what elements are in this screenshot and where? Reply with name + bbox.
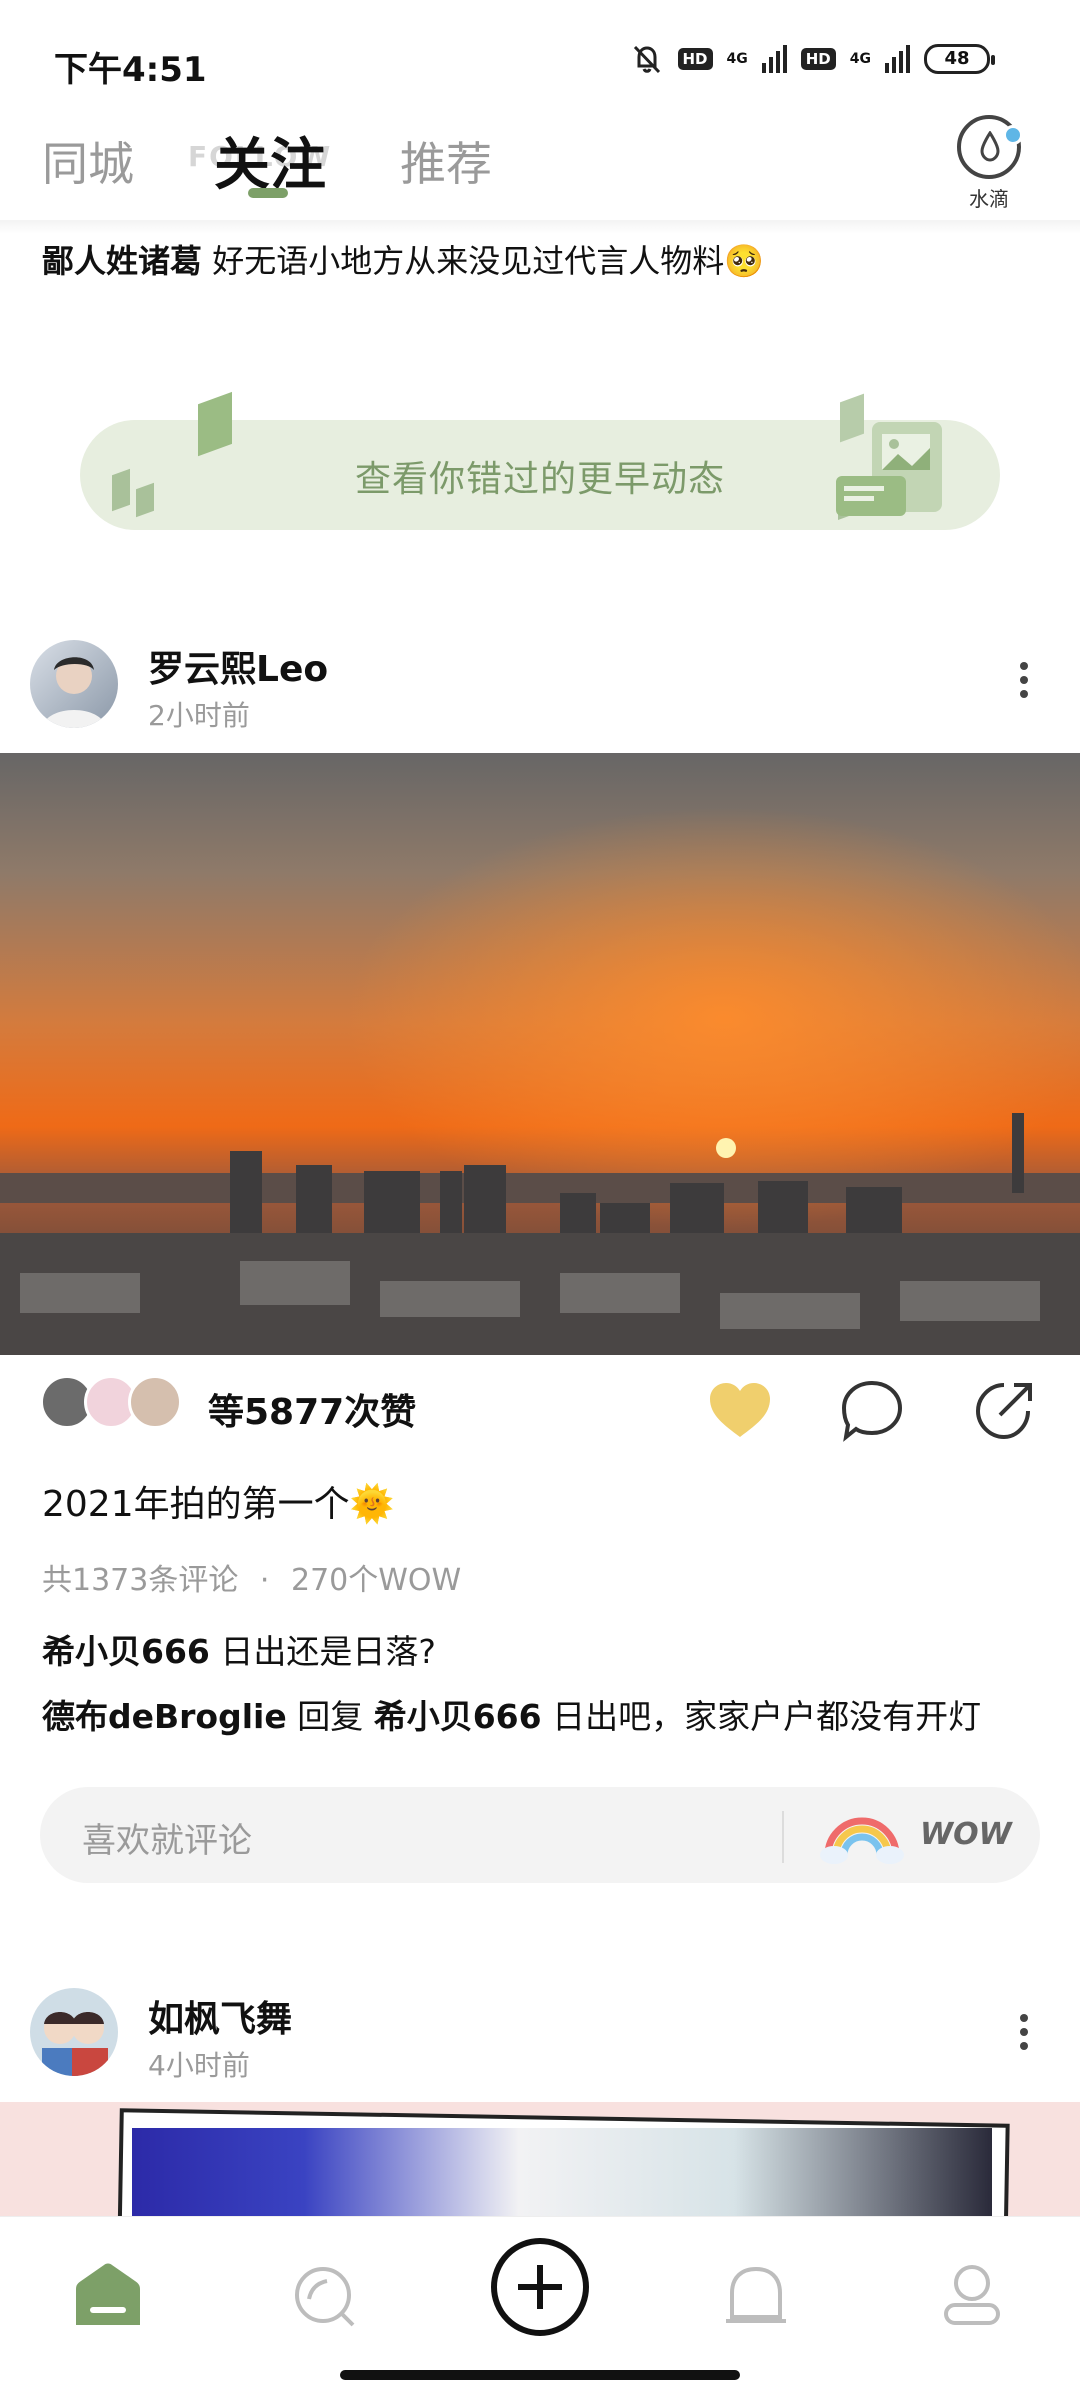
likes-count[interactable]: 等5877次赞 <box>208 1383 416 1435</box>
input-divider <box>782 1811 784 1863</box>
wow-button[interactable]: WOW <box>920 1817 1012 1852</box>
more-options-icon[interactable] <box>1014 2010 1034 2060</box>
water-drop-icon <box>957 115 1023 179</box>
tab-recommended[interactable]: 推荐 <box>400 128 492 194</box>
status-time: 下午4:51 <box>54 50 207 90</box>
reply-to-username[interactable]: 希小贝666 <box>374 1697 542 1736</box>
post-meta[interactable]: 共1373条评论 · 270个WOW <box>42 1555 461 1599</box>
status-icons: HD 4G HD 4G 48 <box>630 42 995 76</box>
network-type: 4G <box>849 51 871 67</box>
comment-input[interactable]: 喜欢就评论 WOW <box>40 1787 1040 1883</box>
earlier-updates-banner[interactable]: 查看你错过的更早动态 <box>80 391 1000 530</box>
pleading-emoji: 🥺 <box>724 242 765 280</box>
comment-username[interactable]: 德布deBroglie <box>42 1697 287 1736</box>
comment-text: 好无语小地方从来没见过代言人物料 <box>202 242 725 280</box>
mute-bell-icon <box>633 45 660 74</box>
post-username[interactable]: 罗云熙Leo <box>148 640 328 692</box>
comment-text: 日出还是日落? <box>209 1632 436 1671</box>
leaf-decoration <box>198 391 232 457</box>
wow-count[interactable]: 270个WOW <box>291 1563 461 1598</box>
status-bar: 下午4:51 HD 4G HD 4G 48 <box>0 0 1080 120</box>
post-photo[interactable] <box>0 753 1080 1355</box>
scroll-illustration-icon <box>836 422 942 516</box>
comment-icon[interactable] <box>836 1375 908 1447</box>
liker-avatar[interactable] <box>128 1375 182 1429</box>
discover-icon[interactable] <box>285 2255 365 2335</box>
post-time: 2小时前 <box>148 699 250 732</box>
signal-icon <box>885 45 910 73</box>
header-divider <box>0 220 1080 234</box>
comment-text: 日出吧，家家户户都没有开灯 <box>541 1697 982 1736</box>
post-actions <box>704 1375 1040 1447</box>
signal-icon <box>761 45 787 73</box>
comment-username[interactable]: 鄙人姓诸葛 <box>42 242 202 280</box>
hd-badge: HD <box>800 48 836 70</box>
more-options-icon[interactable] <box>1014 658 1034 708</box>
comments-count[interactable]: 共1373条评论 <box>42 1563 238 1598</box>
meta-dot: · <box>259 1563 270 1598</box>
comment-username[interactable]: 希小贝666 <box>42 1632 210 1671</box>
avatar[interactable] <box>30 1988 118 2076</box>
likes-row: 等5877次赞 <box>40 1375 1040 1442</box>
battery-icon: 48 <box>924 44 995 74</box>
avatar[interactable] <box>30 640 118 728</box>
active-tab-indicator <box>248 188 288 198</box>
tab-same-city[interactable]: 同城 <box>42 128 134 194</box>
notification-bell-icon[interactable] <box>716 2255 796 2335</box>
comment-preview[interactable]: 鄙人姓诸葛 好无语小地方从来没见过代言人物料🥺 <box>42 236 764 282</box>
hd-badge: HD <box>677 48 713 70</box>
comment-placeholder: 喜欢就评论 <box>82 1821 252 1861</box>
reply-word: 回复 <box>286 1697 374 1736</box>
post-time: 4小时前 <box>148 2049 250 2082</box>
post-caption: 2021年拍的第一个🌞 <box>42 1475 394 1527</box>
network-type: 4G <box>726 51 748 67</box>
water-drop-button[interactable]: 水滴 <box>954 115 1024 211</box>
home-indicator[interactable] <box>340 2370 740 2380</box>
sun-emoji: 🌞 <box>349 1484 395 1525</box>
comment-item[interactable]: 希小贝666 日出还是日落? <box>42 1625 436 1673</box>
post-username[interactable]: 如枫飞舞 <box>148 1990 292 2042</box>
photo-content <box>132 2128 992 2222</box>
comment-item[interactable]: 德布deBroglie 回复 希小贝666 日出吧，家家户户都没有开灯 <box>42 1690 981 1738</box>
caption-text: 2021年拍的第一个 <box>42 1484 350 1525</box>
heart-like-icon[interactable] <box>704 1375 776 1447</box>
home-icon[interactable] <box>68 2255 148 2335</box>
add-icon[interactable] <box>488 2235 592 2339</box>
profile-icon[interactable] <box>932 2255 1012 2335</box>
rainbow-icon[interactable] <box>820 1805 904 1865</box>
water-drop-label: 水滴 <box>969 187 1009 211</box>
share-icon[interactable] <box>968 1375 1040 1447</box>
post-photo[interactable] <box>0 2102 1080 2222</box>
